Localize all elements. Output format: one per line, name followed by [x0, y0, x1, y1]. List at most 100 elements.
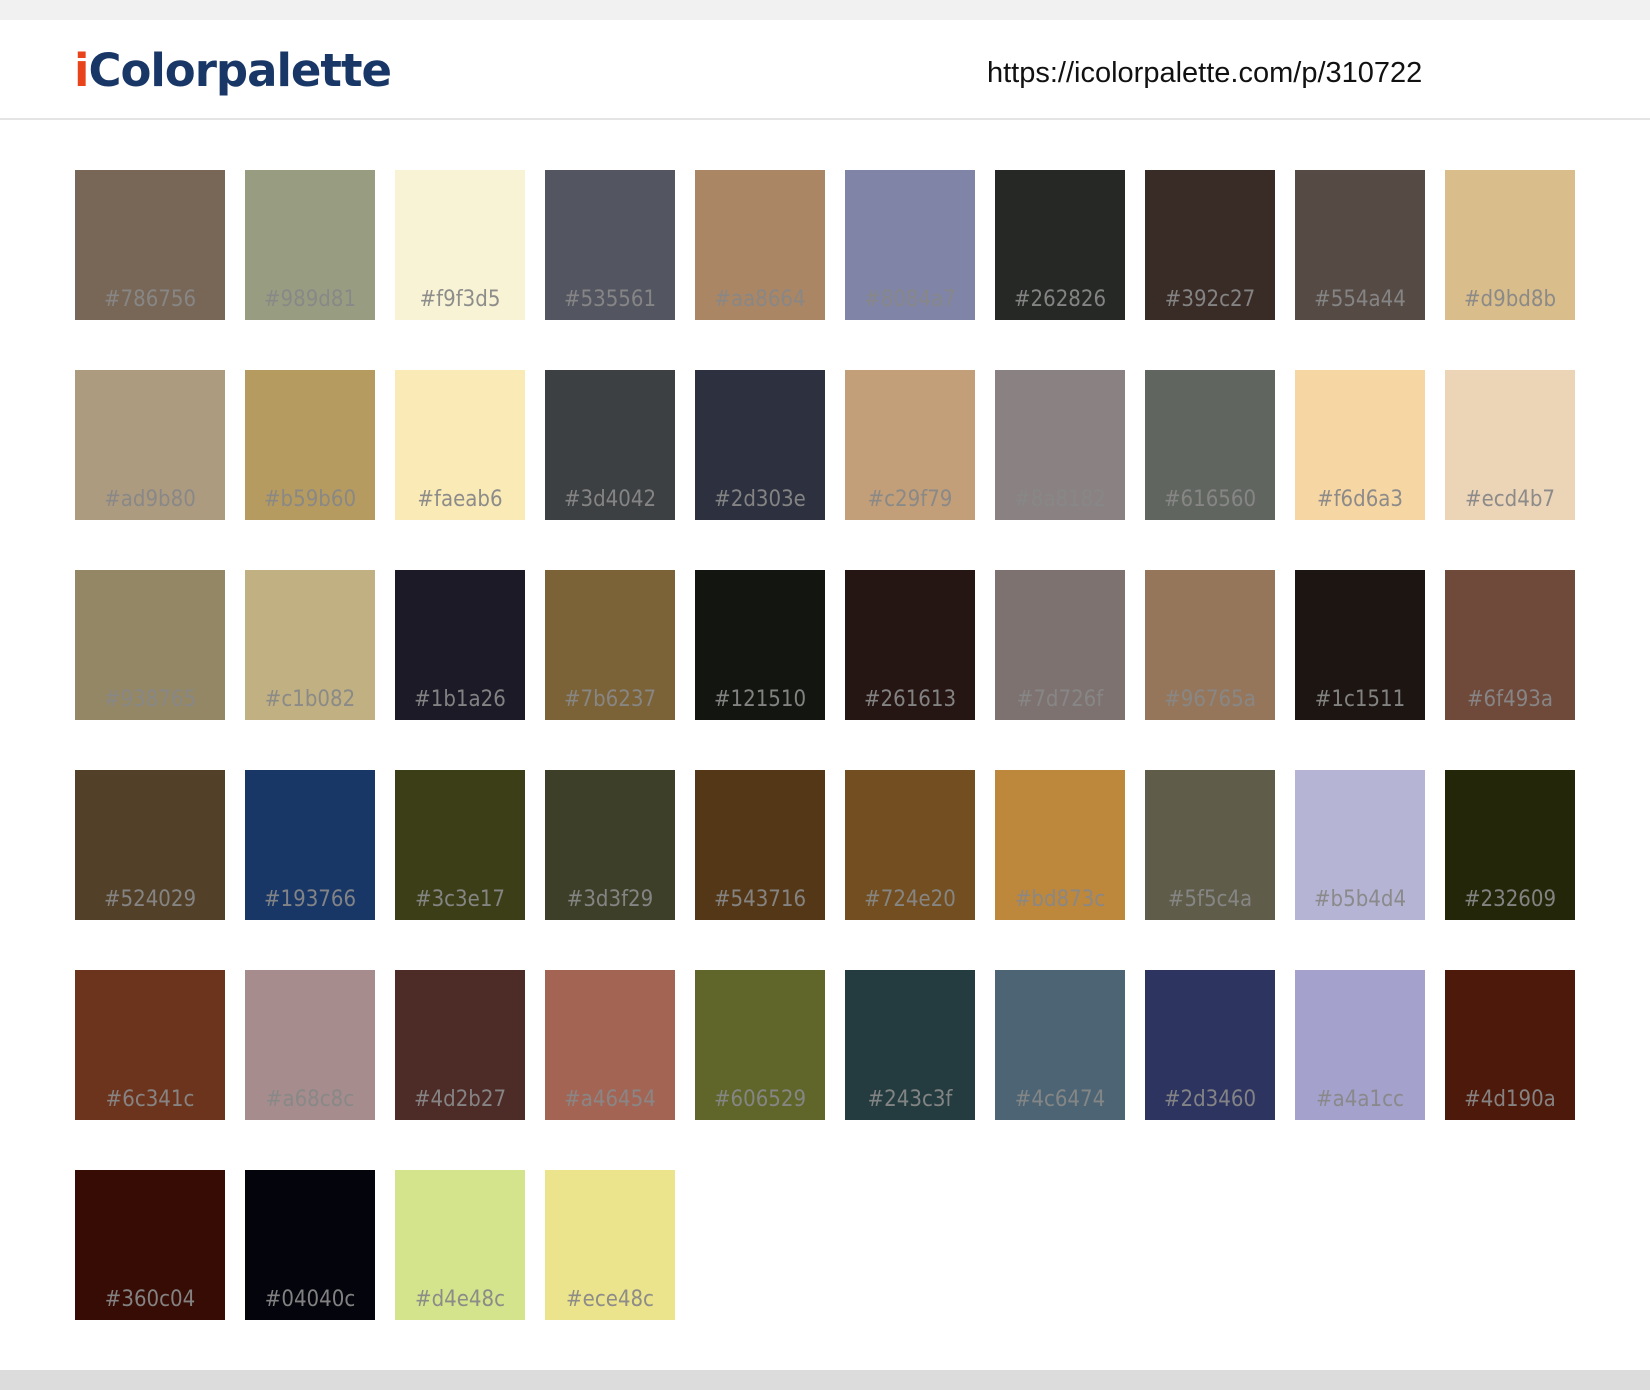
swatch-hex-label: #724e20: [864, 887, 956, 912]
swatch-hex-label: #ece48c: [566, 1287, 654, 1312]
color-swatch[interactable]: #d9bd8b: [1445, 170, 1575, 320]
palette-url[interactable]: https://icolorpalette.com/p/310722: [987, 54, 1422, 92]
color-swatch[interactable]: #8084a7: [845, 170, 975, 320]
swatch-hex-label: #f6d6a3: [1316, 487, 1403, 512]
color-swatch[interactable]: #243c3f: [845, 970, 975, 1120]
swatch-hex-label: #f9f3d5: [419, 287, 501, 312]
swatch-hex-label: #04040c: [264, 1287, 356, 1312]
swatch-hex-label: #6c341c: [105, 1087, 195, 1112]
color-swatch[interactable]: #524029: [75, 770, 225, 920]
color-swatch[interactable]: #96765a: [1145, 570, 1275, 720]
color-swatch[interactable]: #4d190a: [1445, 970, 1575, 1120]
color-swatch[interactable]: #616560: [1145, 370, 1275, 520]
color-swatch[interactable]: #5f5c4a: [1145, 770, 1275, 920]
color-swatch[interactable]: #3d4042: [545, 370, 675, 520]
color-swatch[interactable]: #f9f3d5: [395, 170, 525, 320]
color-swatch[interactable]: #4c6474: [995, 970, 1125, 1120]
color-swatch[interactable]: #262826: [995, 170, 1125, 320]
swatch-hex-label: #554a44: [1314, 287, 1406, 312]
swatch-hex-label: #3c3e17: [414, 887, 505, 912]
swatch-hex-label: #a4a1cc: [1316, 1087, 1404, 1112]
swatch-hex-label: #2d303e: [714, 487, 806, 512]
color-swatch[interactable]: #4d2b27: [395, 970, 525, 1120]
color-swatch[interactable]: #a68c8c: [245, 970, 375, 1120]
swatch-hex-label: #392c27: [1164, 287, 1256, 312]
color-swatch[interactable]: #faeab6: [395, 370, 525, 520]
swatch-hex-label: #121510: [713, 687, 807, 712]
swatch-hex-label: #7d726f: [1016, 687, 1104, 712]
swatch-hex-label: #ecd4b7: [1465, 487, 1555, 512]
swatch-hex-label: #232609: [1463, 887, 1557, 912]
color-swatch[interactable]: #8a8182: [995, 370, 1125, 520]
color-swatch[interactable]: #ece48c: [545, 1170, 675, 1320]
color-swatch[interactable]: #d4e48c: [395, 1170, 525, 1320]
swatch-hex-label: #786756: [103, 287, 197, 312]
color-swatch[interactable]: #f6d6a3: [1295, 370, 1425, 520]
palette-grid: #786756 #989d81 #f9f3d5 #535561 #aa8664 #8084…: [0, 120, 1650, 1370]
color-swatch[interactable]: #261613: [845, 570, 975, 720]
swatch-hex-label: #b5b4d4: [1313, 887, 1407, 912]
color-swatch[interactable]: #a46454: [545, 970, 675, 1120]
color-swatch[interactable]: #543716: [695, 770, 825, 920]
color-swatch[interactable]: #1b1a26: [395, 570, 525, 720]
swatch-hex-label: #1b1a26: [414, 687, 506, 712]
color-swatch[interactable]: #6c341c: [75, 970, 225, 1120]
swatch-hex-label: #bd873c: [1014, 887, 1106, 912]
color-swatch[interactable]: #2d3460: [1145, 970, 1275, 1120]
color-swatch[interactable]: #2d303e: [695, 370, 825, 520]
color-swatch[interactable]: #121510: [695, 570, 825, 720]
swatch-hex-label: #a68c8c: [265, 1087, 355, 1112]
swatch-hex-label: #b59b60: [263, 487, 357, 512]
swatch-hex-label: #360c04: [104, 1287, 196, 1312]
color-swatch[interactable]: #392c27: [1145, 170, 1275, 320]
color-swatch[interactable]: #c29f79: [845, 370, 975, 520]
swatch-hex-label: #243c3f: [867, 1087, 953, 1112]
color-swatch[interactable]: #360c04: [75, 1170, 225, 1320]
color-swatch[interactable]: #3d3f29: [545, 770, 675, 920]
swatch-hex-label: #1c1511: [1314, 687, 1406, 712]
color-swatch[interactable]: #606529: [695, 970, 825, 1120]
color-swatch[interactable]: #b5b4d4: [1295, 770, 1425, 920]
color-swatch[interactable]: #6f493a: [1445, 570, 1575, 720]
color-swatch[interactable]: #ad9b80: [75, 370, 225, 520]
swatch-hex-label: #989d81: [263, 287, 357, 312]
swatch-hex-label: #261613: [863, 687, 957, 712]
swatch-hex-label: #535561: [563, 287, 657, 312]
color-swatch[interactable]: #989d81: [245, 170, 375, 320]
color-swatch[interactable]: #ecd4b7: [1445, 370, 1575, 520]
color-swatch[interactable]: #786756: [75, 170, 225, 320]
color-swatch[interactable]: #bd873c: [995, 770, 1125, 920]
swatch-hex-label: #faeab6: [417, 487, 503, 512]
color-swatch[interactable]: #7d726f: [995, 570, 1125, 720]
color-swatch[interactable]: #3c3e17: [395, 770, 525, 920]
color-swatch[interactable]: #724e20: [845, 770, 975, 920]
color-swatch[interactable]: #a4a1cc: [1295, 970, 1425, 1120]
swatch-hex-label: #6f493a: [1466, 687, 1554, 712]
color-swatch[interactable]: #7b6237: [545, 570, 675, 720]
swatch-hex-label: #d4e48c: [415, 1287, 505, 1312]
swatch-hex-label: #d9bd8b: [1463, 287, 1557, 312]
color-swatch[interactable]: #554a44: [1295, 170, 1425, 320]
color-swatch[interactable]: #04040c: [245, 1170, 375, 1320]
color-swatch[interactable]: #193766: [245, 770, 375, 920]
swatch-hex-label: #606529: [713, 1087, 807, 1112]
swatch-hex-label: #262826: [1013, 287, 1107, 312]
color-swatch[interactable]: #aa8664: [695, 170, 825, 320]
color-swatch[interactable]: #b59b60: [245, 370, 375, 520]
swatch-hex-label: #4c6474: [1014, 1087, 1106, 1112]
color-swatch[interactable]: #c1b082: [245, 570, 375, 720]
swatch-hex-label: #c1b082: [264, 687, 356, 712]
swatch-hex-label: #5f5c4a: [1167, 887, 1253, 912]
swatch-hex-label: #938765: [103, 687, 197, 712]
color-swatch[interactable]: #535561: [545, 170, 675, 320]
footer-bar: [0, 1370, 1650, 1390]
swatch-hex-label: #a46454: [564, 1087, 656, 1112]
swatch-hex-label: #193766: [263, 887, 357, 912]
site-logo[interactable]: iColorpalette: [74, 42, 392, 100]
color-swatch[interactable]: #1c1511: [1295, 570, 1425, 720]
swatch-hex-label: #7b6237: [563, 687, 657, 712]
color-swatch[interactable]: #232609: [1445, 770, 1575, 920]
swatch-hex-label: #616560: [1163, 487, 1257, 512]
color-swatch[interactable]: #938765: [75, 570, 225, 720]
swatch-hex-label: #96765a: [1164, 687, 1256, 712]
